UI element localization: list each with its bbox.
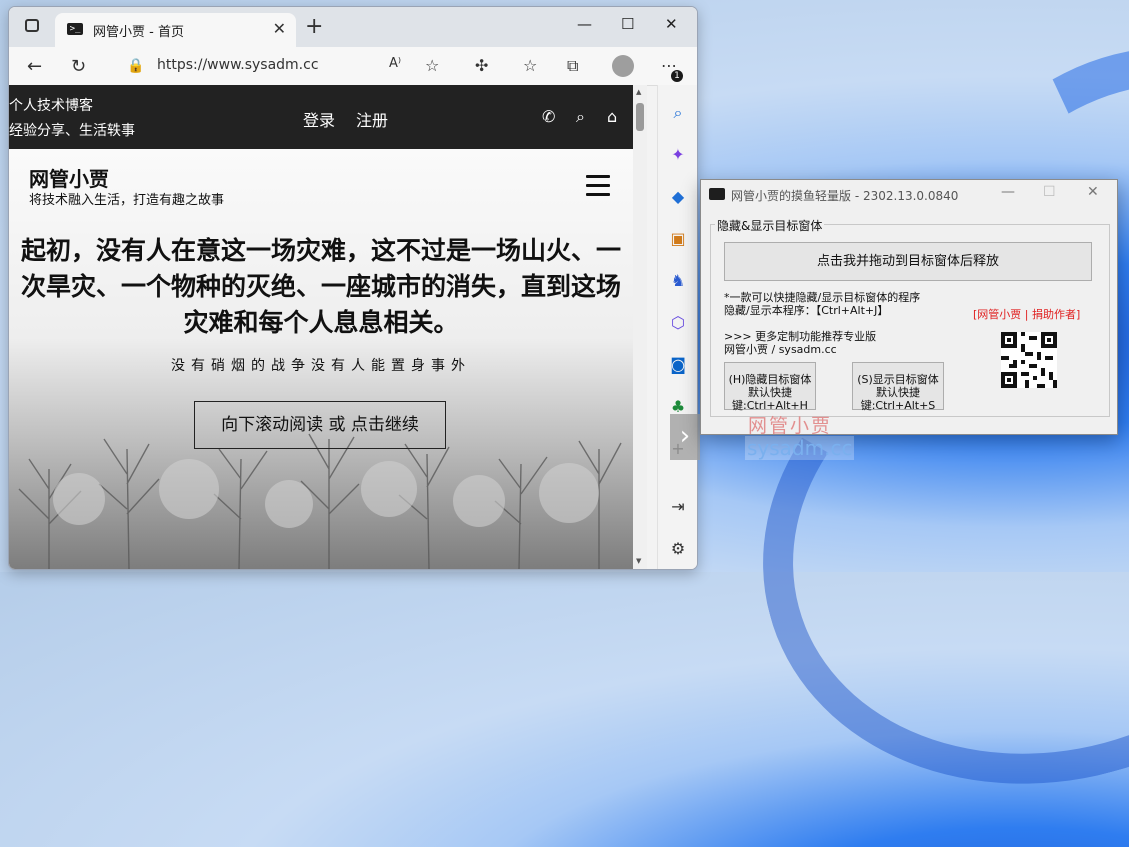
minimize-icon[interactable]: — [577,15,592,33]
extensions-icon[interactable]: ✣ [475,56,488,75]
close-icon[interactable]: ✕ [1087,184,1099,200]
expand-arrow-icon[interactable]: › [670,414,700,460]
games-icon[interactable]: ♞ [668,271,688,291]
wechat-icon[interactable]: ✆ [542,107,555,126]
hero-subline: 没有硝烟的战争没有人能置身事外 [171,358,471,374]
home-icon[interactable]: ⌂ [607,107,617,126]
settings-icon[interactable]: ⚙ [668,539,688,559]
browser-window: >_ 网管小贾 - 首页 ✕ + — ☐ ✕ ← ↻ 🔒 https://www… [8,6,698,570]
close-window-icon[interactable]: ✕ [665,15,678,33]
address-toolbar: ← ↻ 🔒 https://www.sysadm.cc A⁾ ☆ ✣ ☆ ⧉ ⋯… [9,47,697,86]
lock-icon[interactable]: 🔒 [127,58,144,74]
search-icon[interactable]: ⌕ [668,103,688,123]
tab-actions-icon[interactable] [25,19,39,32]
page-scrollbar[interactable]: ▲ ▼ [633,85,647,569]
site-topbar: 个人技术博客 经验分享、生活轶事 登录 注册 ✆ ⌕ ⌂ [9,85,633,149]
minimize-icon[interactable]: — [1001,184,1015,200]
qr-code [1001,332,1057,388]
forest-image [18,433,622,569]
show-button-label: (S)显示目标窗体 [857,373,939,386]
show-window-button[interactable]: (S)显示目标窗体 默认快捷键:Ctrl+Alt+S [852,362,944,412]
scroll-up-icon[interactable]: ▲ [636,88,641,96]
scroll-thumb[interactable] [636,103,644,131]
promo-line1[interactable]: >>> 更多定制功能推荐专业版 [724,330,876,343]
tab-title: 网管小贾 - 首页 [93,25,184,40]
show-button-shortcut: 默认快捷键:Ctrl+Alt+S [860,386,936,412]
hero-headline: 起初，没有人在意这一场灾难，这不过是一场山火、一次旱灾、一个物种的灭绝、一座城市… [20,236,621,337]
desc-line2: 隐藏/显示本程序：【Ctrl+Alt+J】 [724,304,889,317]
hero-section: 网管小贾 将技术融入生活，打造有趣之故事 起初，没有人在意这一场灾难，这不过是一… [9,149,633,569]
favorites-icon[interactable]: ☆ [523,56,537,75]
scroll-continue-button[interactable]: 向下滚动阅读 或 点击继续 [194,401,446,449]
hide-button-label: (H)隐藏目标窗体 [728,373,812,386]
tab-close-icon[interactable]: ✕ [273,19,286,38]
outlook-icon[interactable]: ◙ [668,355,688,375]
topbar-tagline-sub: 经验分享、生活轶事 [9,123,135,139]
fish-tool-dialog: 网管小贾的摸鱼轻量版 - 2302.13.0.0840 — ☐ ✕ 隐藏&显示目… [700,179,1118,435]
terminal-favicon-icon: >_ [67,23,83,35]
refresh-icon[interactable]: ↻ [71,56,86,77]
scroll-down-icon[interactable]: ▼ [636,557,641,565]
donate-link[interactable]: [网管小贾 | 捐助作者] [973,306,1080,322]
back-icon[interactable]: ← [27,56,42,77]
site-brand[interactable]: 网管小贾 [29,163,109,192]
notification-badge: 1 [671,70,683,82]
collections-icon[interactable]: ⧉ [567,56,578,76]
promo-line2: 网管小贾 / sysadm.cc [724,343,837,356]
search-icon[interactable]: ⌕ [576,107,585,127]
new-tab-button[interactable]: + [305,16,323,38]
shopping-icon[interactable]: ◆ [668,187,688,207]
tab-bar: >_ 网管小贾 - 首页 ✕ + — ☐ ✕ [9,7,697,47]
app-icon [709,188,725,200]
login-link[interactable]: 登录 [303,107,335,131]
edge-sidebar: ⌕ ✦ ◆ ▣ ♞ ⬡ ◙ ♣ + ⇥ ⚙ [657,85,697,569]
maximize-icon: ☐ [1043,184,1056,200]
maximize-icon[interactable]: ☐ [621,15,634,33]
drag-target-button[interactable]: 点击我并拖动到目标窗体后释放 [724,242,1092,281]
profile-avatar[interactable] [612,55,634,77]
read-aloud-icon[interactable]: A⁾ [389,56,401,71]
desc-line1: *一款可以快捷隐藏/显示目标窗体的程序 [724,291,921,304]
site-slogan: 将技术融入生活，打造有趣之故事 [29,193,225,208]
web-page: 个人技术博客 经验分享、生活轶事 登录 注册 ✆ ⌕ ⌂ 网管小贾 将技术融入生… [9,85,633,569]
microsoft365-icon[interactable]: ⬡ [668,313,688,333]
menu-icon[interactable] [586,175,610,202]
copilot-icon[interactable]: ✦ [668,145,688,165]
topbar-tagline: 个人技术博客 [9,98,93,114]
hide-button-shortcut: 默认快捷键:Ctrl+Alt+H [732,386,808,412]
favorite-add-icon[interactable]: ☆ [425,56,439,75]
url-field[interactable]: https://www.sysadm.cc [157,57,319,73]
hide-window-button[interactable]: (H)隐藏目标窗体 默认快捷键:Ctrl+Alt+H [724,362,816,412]
watermark-cn: 网管小贾 [748,415,833,437]
dialog-title: 网管小贾的摸鱼轻量版 - 2302.13.0.0840 [731,189,959,203]
register-link[interactable]: 注册 [356,107,388,131]
group-label: 隐藏&显示目标窗体 [715,217,825,234]
tools-icon[interactable]: ▣ [668,229,688,249]
split-screen-icon[interactable]: ⇥ [668,497,688,517]
tab-home[interactable]: >_ 网管小贾 - 首页 ✕ [55,13,296,47]
watermark-en: sysadm.cc [745,436,855,460]
